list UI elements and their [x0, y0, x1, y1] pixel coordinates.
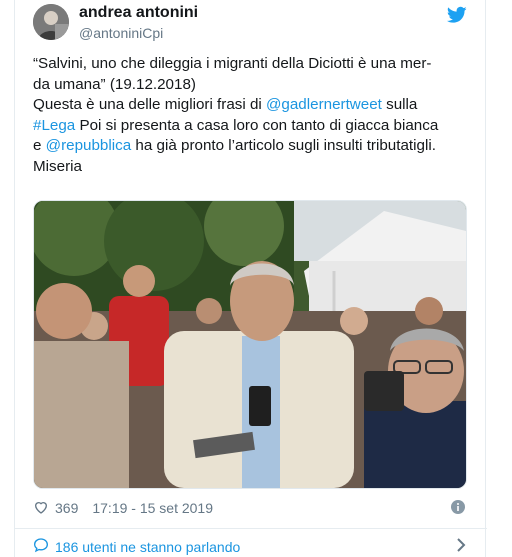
- timestamp-link[interactable]: 17:19 - 15 set 2019: [92, 500, 213, 516]
- tweet-photo[interactable]: [33, 200, 467, 489]
- conversation-summary: 186 utenti ne stanno parlando: [33, 537, 240, 556]
- like-button[interactable]: 369: [33, 499, 78, 518]
- text-segment: Poi si presenta a casa loro con tanto di…: [75, 116, 439, 134]
- text-segment: sulla: [381, 96, 418, 113]
- info-icon[interactable]: [451, 500, 465, 514]
- heart-icon: [33, 499, 49, 518]
- text-segment: ha già pronto l’articolo sugli insulti t…: [131, 137, 436, 154]
- tweet-line: Miseria: [33, 157, 82, 175]
- twitter-bird-icon[interactable]: [446, 6, 467, 24]
- speech-bubble-icon: [33, 537, 49, 556]
- avatar[interactable]: [33, 4, 69, 40]
- tweet-line: e @repubblica ha già pronto l’articolo s…: [33, 136, 475, 157]
- display-name[interactable]: andrea antonini: [79, 4, 198, 22]
- tweet-line: “Salvini, uno che dileggia i migranti de…: [33, 55, 432, 72]
- tweet-line: da umana” (19.12.2018): [33, 75, 196, 93]
- tweet-text: “Salvini, uno che dileggia i migranti de…: [33, 54, 475, 177]
- mention-repubblica[interactable]: @repubblica: [46, 137, 132, 154]
- text-segment: e: [33, 137, 46, 154]
- tweet-line: Questa è una delle migliori frasi di @ga…: [33, 95, 475, 116]
- tweet-card: andrea antonini @antoniniCpi “Salvini, u…: [14, 0, 487, 557]
- user-handle[interactable]: @antoniniCpi: [79, 25, 163, 41]
- mention-gadlernertweet[interactable]: @gadlernertweet: [266, 96, 382, 113]
- hashtag-lega[interactable]: #Lega: [33, 117, 75, 134]
- tweet-meta: 369 17:19 - 15 set 2019: [33, 497, 465, 519]
- chevron-right-icon: [455, 538, 467, 552]
- conversation-link[interactable]: 186 utenti ne stanno parlando: [15, 528, 487, 557]
- tweet-line: #Lega Poi si presenta a casa loro con ta…: [33, 116, 475, 137]
- text-segment: Questa è una delle migliori frasi di: [33, 96, 266, 113]
- conversation-count-label: 186 utenti ne stanno parlando: [55, 538, 241, 555]
- like-count: 369: [55, 500, 79, 516]
